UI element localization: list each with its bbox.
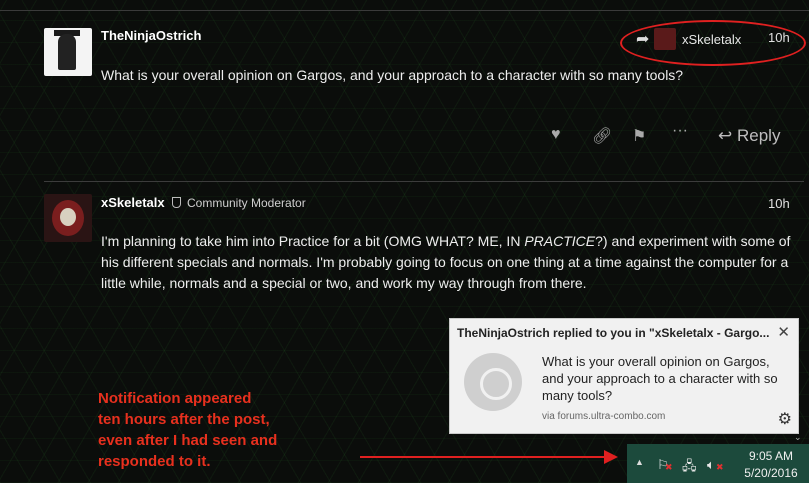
- avatar-xskeletalx[interactable]: [44, 194, 92, 242]
- post2-user-title: Community Moderator: [187, 196, 306, 210]
- reply-to-avatar[interactable]: [654, 28, 676, 50]
- moderator-shield-icon: [172, 197, 181, 208]
- clock-date[interactable]: 5/20/2016: [741, 466, 801, 480]
- toast-title: TheNinjaOstrich replied to you in "xSkel…: [457, 326, 770, 340]
- reply-to-username[interactable]: xSkeletalx: [682, 32, 741, 47]
- toast-body: What is your overall opinion on Gargos, …: [542, 354, 778, 403]
- chat-bubble-icon: [464, 353, 522, 411]
- flag-alert-icon[interactable]: ⚐ ✖: [657, 457, 673, 473]
- reply-button[interactable]: ↩ Reply: [718, 126, 780, 146]
- gear-icon[interactable]: ⚙: [778, 409, 792, 429]
- top-divider: [0, 10, 809, 11]
- chevron-up-icon[interactable]: ▲: [635, 457, 644, 467]
- toast-notification[interactable]: TheNinjaOstrich replied to you in "xSkel…: [449, 318, 799, 434]
- post1-username[interactable]: TheNinjaOstrich: [101, 28, 201, 43]
- chevron-down-icon[interactable]: ⌄: [794, 432, 802, 443]
- annotation-arrow-head: [604, 450, 618, 464]
- flag-icon[interactable]: ⚑: [632, 126, 646, 146]
- network-icon[interactable]: 🖧︎: [682, 457, 697, 479]
- post2-username[interactable]: xSkeletalx: [101, 195, 165, 210]
- clock-time[interactable]: 9:05 AM: [741, 449, 801, 463]
- post1-text: What is your overall opinion on Gargos, …: [101, 67, 684, 83]
- post2-text: I'm planning to take him into Practice f…: [101, 233, 791, 291]
- annotation-text: Notification appeared ten hours after th…: [98, 390, 278, 470]
- reply-label: Reply: [736, 126, 781, 145]
- toast-source: via forums.ultra-combo.com: [542, 411, 666, 422]
- reply-icon: ↩: [718, 126, 733, 145]
- taskbar-tray: ▲ ⚐ ✖ 🖧︎ 🔈︎ ✖ 9:05 AM 5/20/2016: [627, 444, 809, 483]
- avatar-theninjaostrich[interactable]: [44, 28, 92, 76]
- like-icon[interactable]: ♥: [551, 126, 561, 144]
- reply-to-arrow-icon: ➦: [636, 31, 650, 48]
- post2-time[interactable]: 10h: [768, 196, 790, 211]
- close-icon[interactable]: ✕: [777, 323, 790, 341]
- link-icon[interactable]: 🔗︎: [592, 126, 612, 146]
- post1-time[interactable]: 10h: [768, 30, 790, 45]
- volume-muted-icon[interactable]: 🔈︎ ✖: [707, 457, 724, 473]
- post-divider: [44, 181, 804, 182]
- annotation-arrow: [360, 456, 610, 458]
- more-icon[interactable]: ···: [672, 122, 688, 140]
